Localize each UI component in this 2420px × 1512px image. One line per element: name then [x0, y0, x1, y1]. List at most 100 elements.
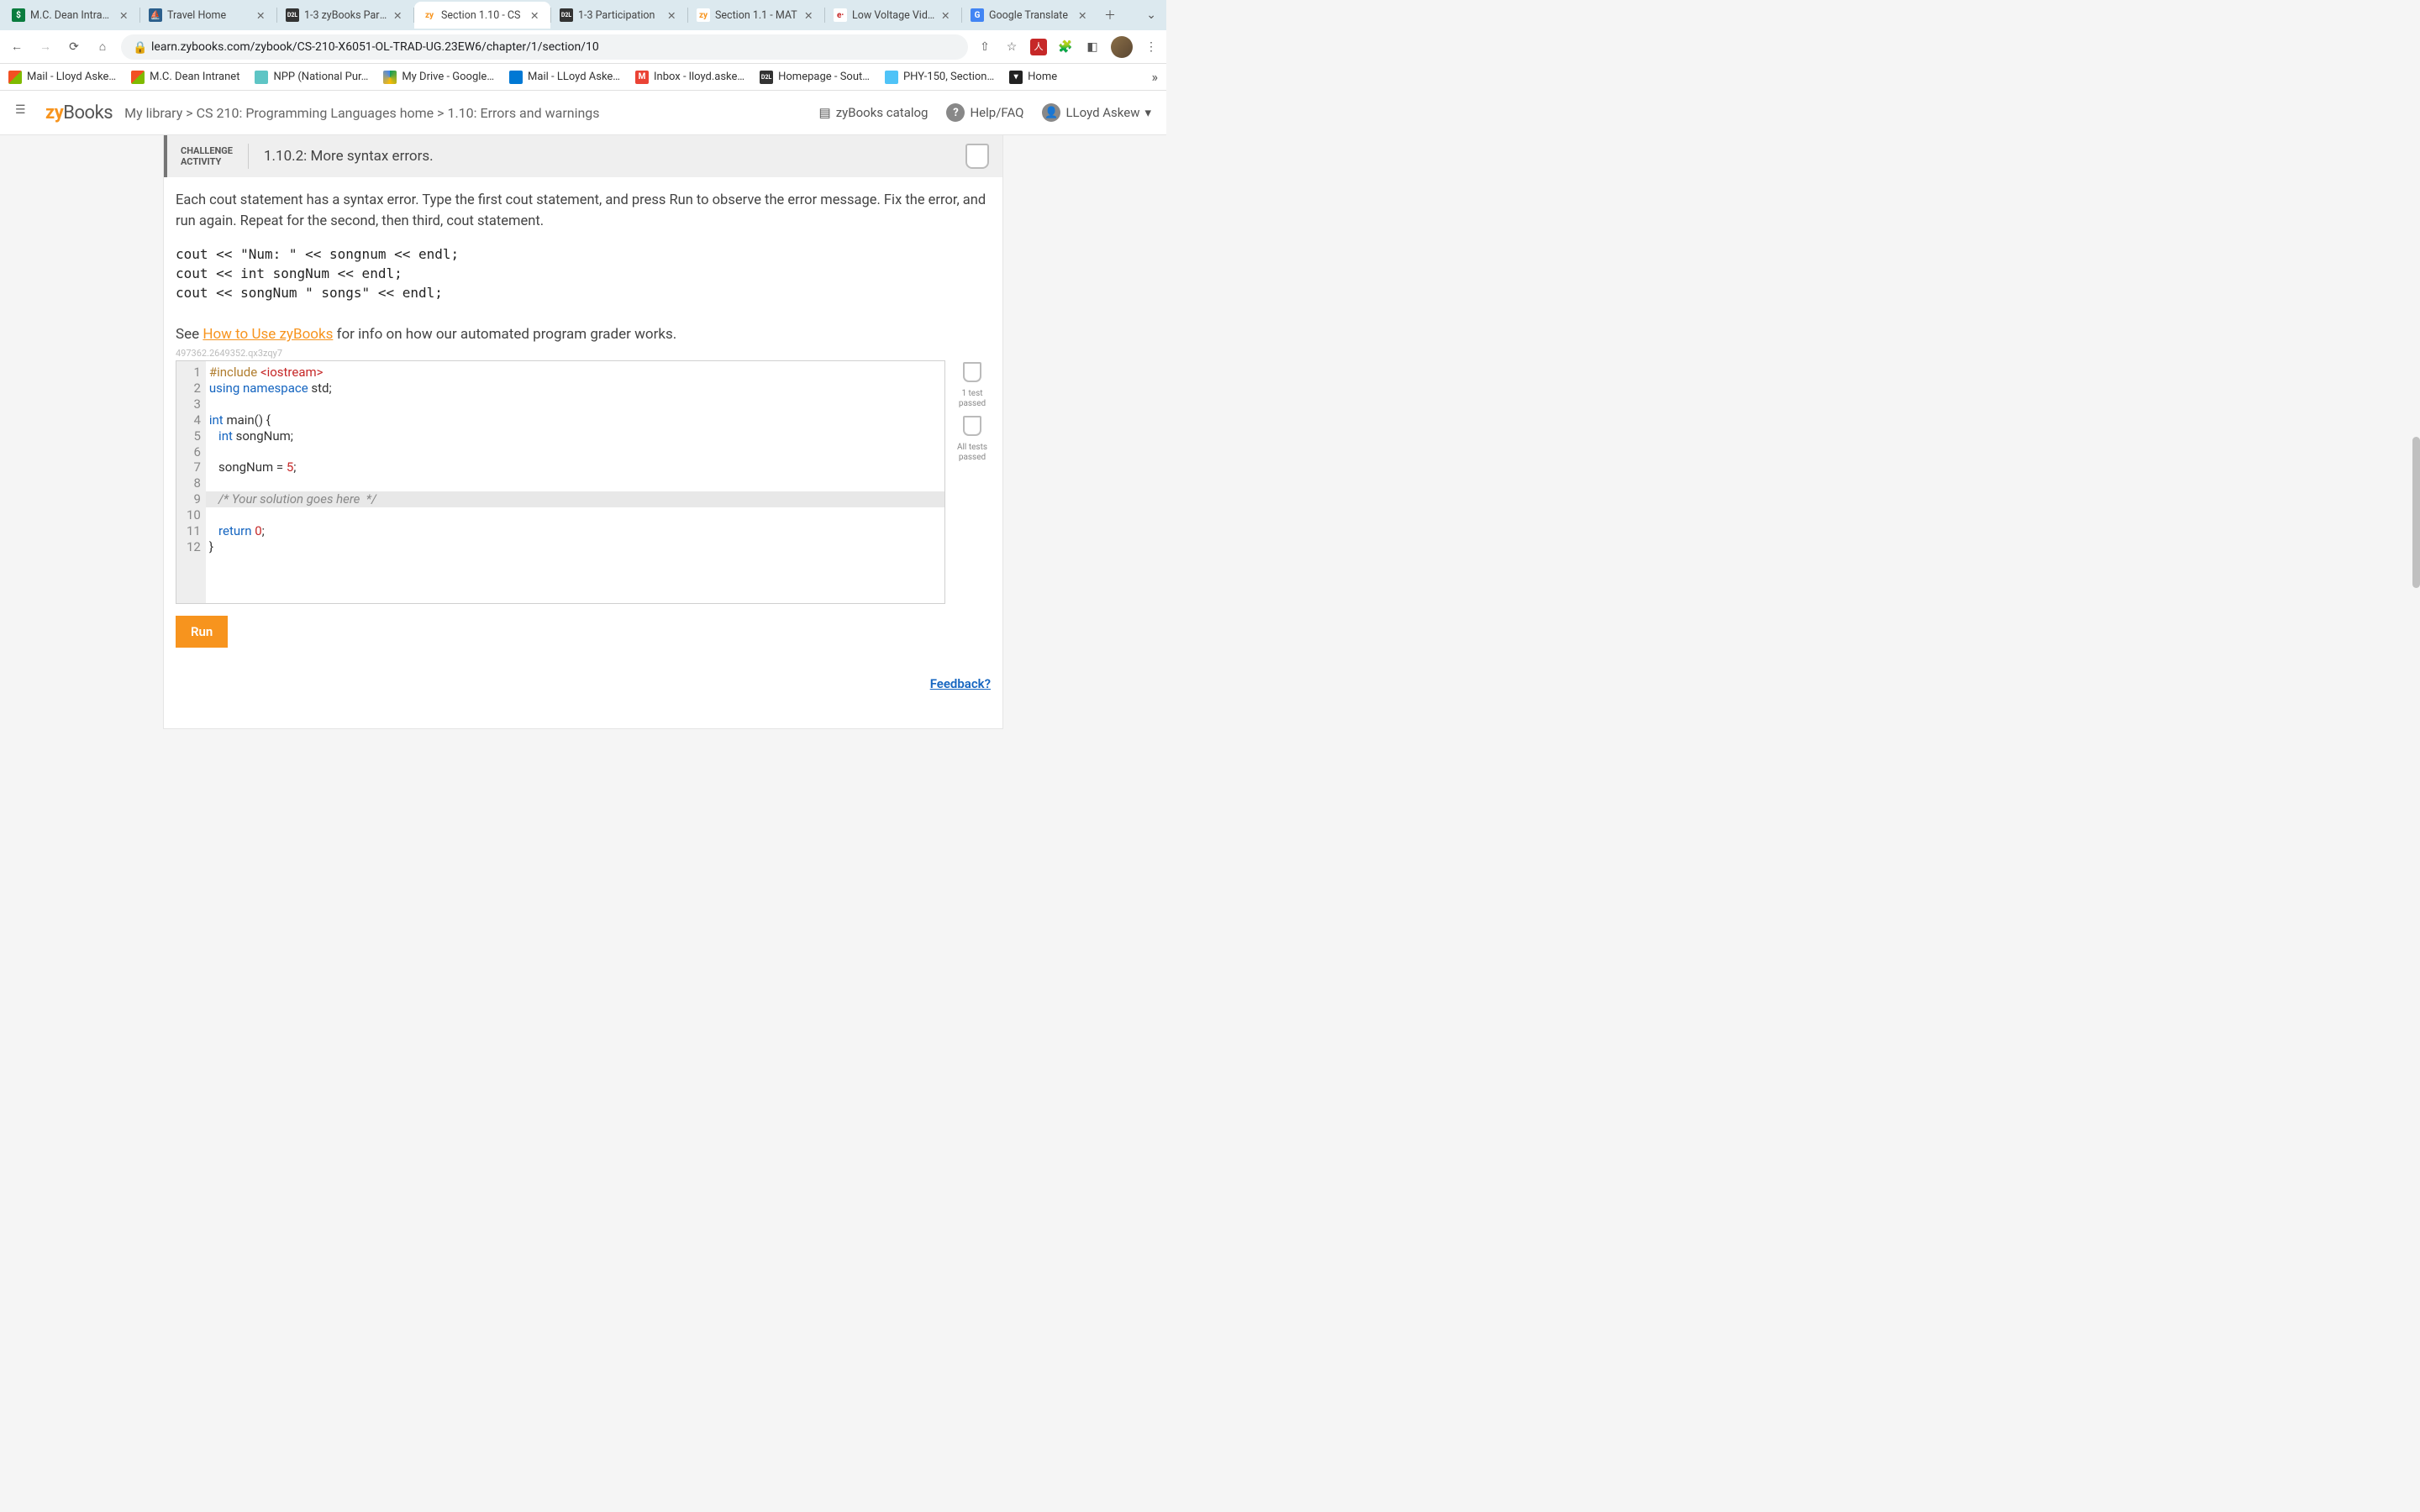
- close-icon[interactable]: ✕: [941, 9, 953, 21]
- tab-title: Section 1.1 - MAT: [715, 9, 799, 22]
- browser-tab[interactable]: e• Low Voltage Video ✕: [825, 2, 961, 29]
- status-all-tests: All tests passed: [954, 443, 991, 463]
- star-icon[interactable]: ☆: [1003, 39, 1020, 55]
- activity-header: CHALLENGE ACTIVITY 1.10.2: More syntax e…: [164, 135, 1002, 177]
- favicon: zy: [697, 8, 710, 22]
- favicon: [509, 71, 523, 84]
- close-icon[interactable]: ✕: [530, 9, 542, 21]
- favicon: D2L: [286, 8, 299, 22]
- zybooks-logo[interactable]: zyBooks: [45, 102, 113, 123]
- menu-icon[interactable]: ☰: [15, 103, 34, 122]
- favicon: e•: [834, 8, 847, 22]
- sidepanel-icon[interactable]: ◧: [1084, 39, 1101, 55]
- favicon: ▾: [1009, 71, 1023, 84]
- tab-title: 1-3 Participation: [578, 9, 662, 22]
- favicon: D2L: [760, 71, 773, 84]
- scrollbar-thumb[interactable]: [2412, 437, 2420, 588]
- activity-card: CHALLENGE ACTIVITY 1.10.2: More syntax e…: [163, 135, 1003, 729]
- tab-title: Google Translate: [989, 9, 1073, 22]
- reload-button[interactable]: ⟳: [64, 37, 84, 57]
- list-icon: ▤: [819, 105, 831, 120]
- feedback-link[interactable]: Feedback?: [930, 676, 991, 691]
- menu-icon[interactable]: ⋮: [1143, 39, 1160, 55]
- pdf-extension-icon[interactable]: 人: [1030, 39, 1047, 55]
- line-gutter: 123456789101112: [176, 361, 206, 603]
- code-area[interactable]: #include <iostream> using namespace std;…: [206, 361, 944, 603]
- shield-icon: [965, 144, 989, 169]
- assignment-hash: 497362.2649352.qx3zqy7: [176, 348, 991, 359]
- see-link-line: See How to Use zyBooks for info on how o…: [176, 326, 991, 343]
- profile-avatar[interactable]: [1111, 36, 1133, 58]
- close-icon[interactable]: ✕: [804, 9, 816, 21]
- tab-title: Travel Home: [167, 9, 251, 22]
- close-icon[interactable]: ✕: [256, 9, 268, 21]
- activity-badge: CHALLENGE ACTIVITY: [181, 145, 233, 167]
- favicon: M: [635, 71, 649, 84]
- feedback-row: Feedback?: [164, 661, 1002, 701]
- browser-tab[interactable]: ⛵ Travel Home ✕: [140, 2, 276, 29]
- breadcrumb[interactable]: My library > CS 210: Programming Languag…: [124, 105, 599, 121]
- favicon: [131, 71, 145, 84]
- shield-icon: [963, 416, 981, 436]
- bookmark-item[interactable]: PHY-150, Section…: [885, 71, 994, 84]
- tab-title: 1-3 zyBooks Participation: [304, 9, 388, 22]
- catalog-link[interactable]: ▤zyBooks catalog: [819, 105, 929, 120]
- run-button[interactable]: Run: [176, 616, 228, 648]
- lock-icon: 🔒: [133, 41, 145, 53]
- close-icon[interactable]: ✕: [1078, 9, 1090, 21]
- shield-icon: [963, 362, 981, 382]
- bookmark-item[interactable]: ▾Home: [1009, 71, 1057, 84]
- bookmark-item[interactable]: MInbox - lloyd.aske…: [635, 71, 744, 84]
- favicon: zy: [423, 8, 436, 22]
- close-icon[interactable]: ✕: [393, 9, 405, 21]
- tab-overflow-icon[interactable]: ⌄: [1146, 8, 1156, 22]
- user-icon: 👤: [1042, 103, 1060, 122]
- bookmark-item[interactable]: D2LHomepage - Sout…: [760, 71, 870, 84]
- favicon: G: [971, 8, 984, 22]
- favicon: $: [12, 8, 25, 22]
- extensions-icon[interactable]: 🧩: [1057, 39, 1074, 55]
- favicon: [383, 71, 397, 84]
- browser-tab[interactable]: zy Section 1.1 - MAT ✕: [688, 2, 824, 29]
- close-icon[interactable]: ✕: [119, 9, 131, 21]
- code-editor[interactable]: 123456789101112 #include <iostream> usin…: [176, 360, 945, 604]
- bookmark-item[interactable]: My Drive - Google…: [383, 71, 494, 84]
- test-status-column: 1 test passed All tests passed: [954, 360, 991, 463]
- browser-tab[interactable]: $ M.C. Dean Intranet ✕: [3, 2, 139, 29]
- browser-tab-active[interactable]: zy Section 1.10 - CS ✕: [414, 2, 550, 29]
- home-button[interactable]: ⌂: [92, 37, 113, 57]
- url-text: learn.zybooks.com/zybook/CS-210-X6051-OL…: [151, 40, 599, 54]
- favicon: D2L: [560, 8, 573, 22]
- bookmarks-bar: Mail - Lloyd Aske… M.C. Dean Intranet NP…: [0, 64, 1166, 91]
- browser-tab-strip: $ M.C. Dean Intranet ✕ ⛵ Travel Home ✕ D2L 1-…: [0, 0, 1166, 30]
- favicon: [885, 71, 898, 84]
- bookmark-item[interactable]: M.C. Dean Intranet: [131, 71, 239, 84]
- tab-title: Section 1.10 - CS: [441, 9, 525, 22]
- close-icon[interactable]: ✕: [667, 9, 679, 21]
- chevron-down-icon: ▾: [1144, 105, 1151, 120]
- bookmark-item[interactable]: Mail - LLoyd Aske…: [509, 71, 620, 84]
- browser-toolbar: ← → ⟳ ⌂ 🔒 learn.zybooks.com/zybook/CS-21…: [0, 30, 1166, 64]
- favicon: [255, 71, 268, 84]
- tab-title: Low Voltage Video: [852, 9, 936, 22]
- back-button[interactable]: ←: [7, 37, 27, 57]
- browser-tab[interactable]: D2L 1-3 Participation ✕: [551, 2, 687, 29]
- user-menu[interactable]: 👤LLoyd Askew▾: [1042, 103, 1151, 122]
- favicon: ⛵: [149, 8, 162, 22]
- zybooks-header: ☰ zyBooks My library > CS 210: Programmi…: [0, 91, 1166, 135]
- address-bar[interactable]: 🔒 learn.zybooks.com/zybook/CS-210-X6051-…: [121, 34, 968, 60]
- browser-tab[interactable]: G Google Translate ✕: [962, 2, 1098, 29]
- share-icon[interactable]: ⇧: [976, 39, 993, 55]
- help-icon: ?: [946, 103, 965, 122]
- bookmark-item[interactable]: Mail - Lloyd Aske…: [8, 71, 116, 84]
- how-to-link[interactable]: How to Use zyBooks: [203, 326, 333, 343]
- new-tab-button[interactable]: ＋: [1098, 3, 1122, 27]
- forward-button[interactable]: →: [35, 37, 55, 57]
- bookmark-item[interactable]: NPP (National Pur…: [255, 71, 368, 84]
- bookmark-overflow-icon[interactable]: »: [1152, 69, 1159, 85]
- browser-tab[interactable]: D2L 1-3 zyBooks Participation ✕: [277, 2, 413, 29]
- tab-title: M.C. Dean Intranet: [30, 9, 114, 22]
- help-link[interactable]: ?Help/FAQ: [946, 103, 1023, 122]
- status-1-test: 1 test passed: [954, 389, 991, 409]
- sample-code: cout << "Num: " << songnum << endl; cout…: [176, 244, 991, 303]
